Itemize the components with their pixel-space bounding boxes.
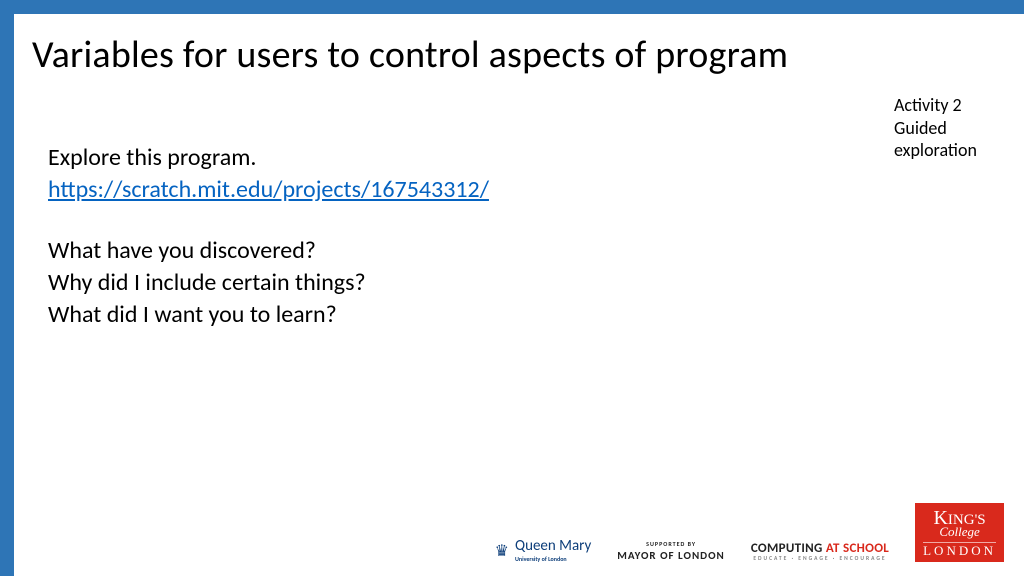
question-1: What have you discovered? [48, 235, 808, 267]
question-3: What did I want you to learn? [48, 299, 808, 331]
activity-line-2: Guided [894, 117, 1004, 140]
intro-line: Explore this program. [48, 142, 808, 174]
cas-word-2: AT SCHOOL [826, 541, 889, 556]
mayor-of-london-logo: SUPPORTED BY MAYOR OF LONDON [617, 540, 725, 562]
mayor-main: MAYOR OF LONDON [617, 549, 725, 562]
activity-line-3: exploration [894, 139, 1004, 162]
activity-label: Activity 2 Guided exploration [894, 94, 1004, 162]
body-text: Explore this program. https://scratch.mi… [48, 142, 808, 330]
slide: Variables for users to control aspects o… [0, 0, 1024, 576]
crown-icon: ♛ [495, 541, 509, 561]
cas-sub: EDUCATE · ENGAGE · ENCOURAGE [753, 557, 886, 563]
spacer [48, 205, 808, 235]
kcl-london: LONDON [923, 542, 996, 557]
queen-mary-text: Queen Mary University of London [515, 539, 591, 562]
cas-main: COMPUTING AT SCHOOL [751, 542, 889, 555]
cas-word-1: COMPUTING [751, 541, 826, 556]
computing-at-school-logo: COMPUTING AT SCHOOL EDUCATE · ENGAGE · E… [751, 542, 889, 563]
project-link[interactable]: https://scratch.mit.edu/projects/1675433… [48, 174, 808, 206]
slide-title: Variables for users to control aspects o… [32, 32, 788, 78]
queen-mary-main: Queen Mary [515, 539, 591, 554]
kcl-college: College [939, 526, 979, 538]
kings-college-logo: KING'S College LONDON [915, 503, 1004, 562]
question-2: Why did I include certain things? [48, 267, 808, 299]
queen-mary-sub: University of London [515, 556, 591, 562]
activity-line-1: Activity 2 [894, 94, 1004, 117]
footer-logos: ♛ Queen Mary University of London SUPPOR… [14, 503, 1024, 562]
queen-mary-logo: ♛ Queen Mary University of London [495, 539, 592, 562]
mayor-sup: SUPPORTED BY [646, 540, 696, 548]
